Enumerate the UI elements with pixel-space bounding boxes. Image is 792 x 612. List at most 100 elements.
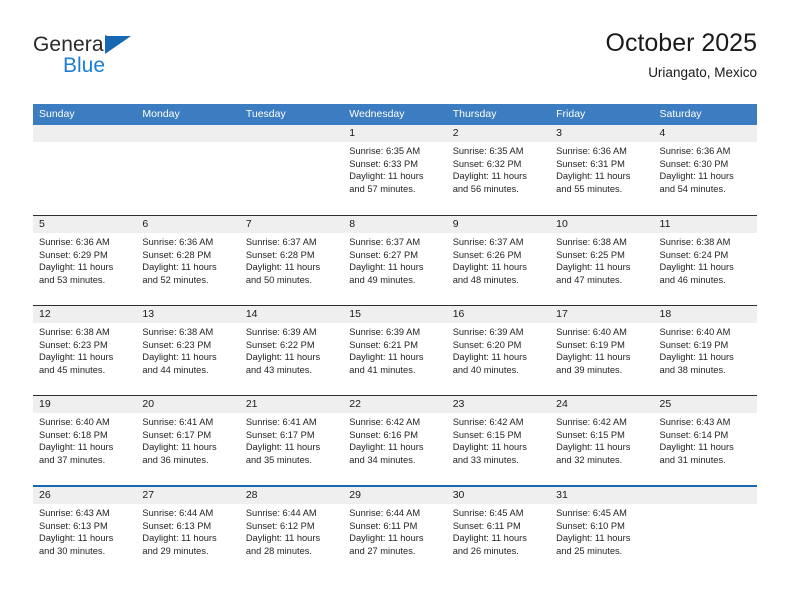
daylight-text-line2: and 43 minutes.: [245, 364, 312, 375]
page-title: October 2025: [605, 29, 758, 57]
daylight-text-line2: and 45 minutes.: [39, 364, 106, 375]
day-cell[interactable]: 2 Sunrise: 6:35 AM Sunset: 6:32 PM Dayli…: [446, 125, 551, 215]
day-details: Sunrise: 6:40 AM Sunset: 6:19 PM Dayligh…: [550, 323, 653, 376]
sunrise-text: Sunrise: 6:43 AM: [659, 417, 731, 427]
daylight-text-line1: Daylight: 11 hours: [39, 533, 114, 544]
day-cell[interactable]: 18 Sunrise: 6:40 AM Sunset: 6:19 PM Dayl…: [653, 306, 757, 395]
daylight-text-line2: and 46 minutes.: [659, 274, 726, 285]
sunrise-text: Sunrise: 6:39 AM: [349, 327, 421, 337]
sunrise-text: Sunrise: 6:40 AM: [556, 327, 627, 337]
sunrise-text: Sunrise: 6:44 AM: [142, 508, 214, 518]
sunset-text: Sunset: 6:23 PM: [142, 339, 212, 350]
day-cell[interactable]: 28 Sunrise: 6:44 AM Sunset: 6:12 PM Dayl…: [239, 487, 344, 575]
brand-name-general: General: [33, 33, 109, 56]
daylight-text-line1: Daylight: 11 hours: [659, 171, 734, 182]
sunrise-text: Sunrise: 6:41 AM: [245, 417, 317, 427]
day-cell[interactable]: 13 Sunrise: 6:38 AM Sunset: 6:23 PM Dayl…: [136, 306, 240, 395]
sunrise-text: Sunrise: 6:40 AM: [659, 327, 731, 337]
day-number: 12: [33, 306, 137, 323]
day-details: Sunrise: 6:43 AM Sunset: 6:13 PM Dayligh…: [33, 504, 136, 557]
sunrise-text: Sunrise: 6:39 AM: [245, 327, 317, 337]
sunrise-text: Sunrise: 6:36 AM: [39, 237, 110, 247]
weekday-header-thursday: Thursday: [452, 108, 497, 120]
day-number: 22: [343, 396, 447, 413]
sunrise-text: Sunrise: 6:35 AM: [452, 146, 524, 156]
day-cell[interactable]: 4 Sunrise: 6:36 AM Sunset: 6:30 PM Dayli…: [653, 125, 757, 215]
day-details: Sunrise: 6:38 AM Sunset: 6:25 PM Dayligh…: [550, 233, 653, 286]
brand-logo[interactable]: General Blue: [33, 34, 233, 90]
day-cell[interactable]: 30 Sunrise: 6:45 AM Sunset: 6:11 PM Dayl…: [446, 487, 551, 575]
day-number: 1: [343, 125, 447, 142]
day-number: [239, 125, 344, 142]
day-number: 21: [239, 396, 344, 413]
day-cell[interactable]: 29 Sunrise: 6:44 AM Sunset: 6:11 PM Dayl…: [343, 487, 447, 575]
day-cell[interactable]: 14 Sunrise: 6:39 AM Sunset: 6:22 PM Dayl…: [239, 306, 344, 395]
sunset-text: Sunset: 6:20 PM: [452, 339, 522, 350]
sunset-text: Sunset: 6:32 PM: [452, 158, 522, 169]
sunset-text: Sunset: 6:13 PM: [142, 520, 212, 531]
sunrise-text: Sunrise: 6:35 AM: [349, 146, 421, 156]
sunrise-text: Sunrise: 6:39 AM: [452, 327, 524, 337]
sunset-text: Sunset: 6:23 PM: [39, 339, 108, 350]
daylight-text-line2: and 48 minutes.: [452, 274, 519, 285]
sunset-text: Sunset: 6:11 PM: [349, 520, 418, 531]
calendar-page: General Blue October 2025 Uriangato, Mex…: [0, 0, 792, 612]
day-cell[interactable]: 20 Sunrise: 6:41 AM Sunset: 6:17 PM Dayl…: [136, 396, 240, 485]
sunrise-text: Sunrise: 6:37 AM: [245, 237, 317, 247]
daylight-text-line1: Daylight: 11 hours: [142, 262, 217, 273]
daylight-text-line2: and 41 minutes.: [349, 364, 416, 375]
day-cell[interactable]: 1 Sunrise: 6:35 AM Sunset: 6:33 PM Dayli…: [343, 125, 447, 215]
day-cell[interactable]: 25 Sunrise: 6:43 AM Sunset: 6:14 PM Dayl…: [653, 396, 757, 485]
sunset-text: Sunset: 6:22 PM: [245, 339, 315, 350]
weekday-header-monday: Monday: [142, 108, 180, 120]
day-details: Sunrise: 6:38 AM Sunset: 6:24 PM Dayligh…: [654, 233, 757, 286]
day-cell[interactable]: 6 Sunrise: 6:36 AM Sunset: 6:28 PM Dayli…: [136, 216, 240, 305]
day-cell[interactable]: 9 Sunrise: 6:37 AM Sunset: 6:26 PM Dayli…: [446, 216, 551, 305]
day-cell[interactable]: 8 Sunrise: 6:37 AM Sunset: 6:27 PM Dayli…: [343, 216, 447, 305]
day-cell[interactable]: 31 Sunrise: 6:45 AM Sunset: 6:10 PM Dayl…: [550, 487, 654, 575]
day-number: 10: [550, 216, 654, 233]
sunset-text: Sunset: 6:19 PM: [659, 339, 729, 350]
day-cell[interactable]: 26 Sunrise: 6:43 AM Sunset: 6:13 PM Dayl…: [33, 487, 137, 575]
day-cell[interactable]: 19 Sunrise: 6:40 AM Sunset: 6:18 PM Dayl…: [33, 396, 137, 485]
sunrise-text: Sunrise: 6:36 AM: [659, 146, 731, 156]
day-cell[interactable]: 24 Sunrise: 6:42 AM Sunset: 6:15 PM Dayl…: [550, 396, 654, 485]
week-row: 5 Sunrise: 6:36 AM Sunset: 6:29 PM Dayli…: [33, 215, 757, 305]
day-cell: [136, 125, 240, 215]
day-cell[interactable]: 17 Sunrise: 6:40 AM Sunset: 6:19 PM Dayl…: [550, 306, 654, 395]
sunset-text: Sunset: 6:16 PM: [349, 429, 418, 440]
sunrise-text: Sunrise: 6:37 AM: [349, 237, 421, 247]
day-cell[interactable]: 21 Sunrise: 6:41 AM Sunset: 6:17 PM Dayl…: [239, 396, 344, 485]
sunset-text: Sunset: 6:27 PM: [349, 249, 418, 260]
sunrise-text: Sunrise: 6:45 AM: [452, 508, 524, 518]
day-number: 16: [446, 306, 551, 323]
day-cell[interactable]: 3 Sunrise: 6:36 AM Sunset: 6:31 PM Dayli…: [550, 125, 654, 215]
sunrise-text: Sunrise: 6:45 AM: [556, 508, 627, 518]
day-cell[interactable]: 7 Sunrise: 6:37 AM Sunset: 6:28 PM Dayli…: [239, 216, 344, 305]
day-cell[interactable]: 15 Sunrise: 6:39 AM Sunset: 6:21 PM Dayl…: [343, 306, 447, 395]
daylight-text-line2: and 52 minutes.: [142, 274, 209, 285]
sunrise-text: Sunrise: 6:37 AM: [452, 237, 524, 247]
sunset-text: Sunset: 6:13 PM: [39, 520, 108, 531]
day-details: Sunrise: 6:40 AM Sunset: 6:19 PM Dayligh…: [654, 323, 757, 376]
day-cell: [33, 125, 137, 215]
daylight-text-line1: Daylight: 11 hours: [452, 442, 527, 453]
day-cell[interactable]: 11 Sunrise: 6:38 AM Sunset: 6:24 PM Dayl…: [653, 216, 757, 305]
day-number: 14: [239, 306, 344, 323]
day-details: Sunrise: 6:38 AM Sunset: 6:23 PM Dayligh…: [136, 323, 239, 376]
daylight-text-line1: Daylight: 11 hours: [659, 352, 734, 363]
day-number: 25: [653, 396, 757, 413]
sunrise-text: Sunrise: 6:36 AM: [142, 237, 214, 247]
day-cell[interactable]: 22 Sunrise: 6:42 AM Sunset: 6:16 PM Dayl…: [343, 396, 447, 485]
daylight-text-line1: Daylight: 11 hours: [39, 262, 114, 273]
sunset-text: Sunset: 6:14 PM: [659, 429, 729, 440]
sunrise-text: Sunrise: 6:43 AM: [39, 508, 110, 518]
day-cell[interactable]: 10 Sunrise: 6:38 AM Sunset: 6:25 PM Dayl…: [550, 216, 654, 305]
day-cell[interactable]: 5 Sunrise: 6:36 AM Sunset: 6:29 PM Dayli…: [33, 216, 137, 305]
day-cell[interactable]: 27 Sunrise: 6:44 AM Sunset: 6:13 PM Dayl…: [136, 487, 240, 575]
day-details: Sunrise: 6:44 AM Sunset: 6:13 PM Dayligh…: [136, 504, 239, 557]
day-cell[interactable]: 12 Sunrise: 6:38 AM Sunset: 6:23 PM Dayl…: [33, 306, 137, 395]
day-cell[interactable]: 23 Sunrise: 6:42 AM Sunset: 6:15 PM Dayl…: [446, 396, 551, 485]
day-cell[interactable]: 16 Sunrise: 6:39 AM Sunset: 6:20 PM Dayl…: [446, 306, 551, 395]
daylight-text-line1: Daylight: 11 hours: [349, 533, 424, 544]
